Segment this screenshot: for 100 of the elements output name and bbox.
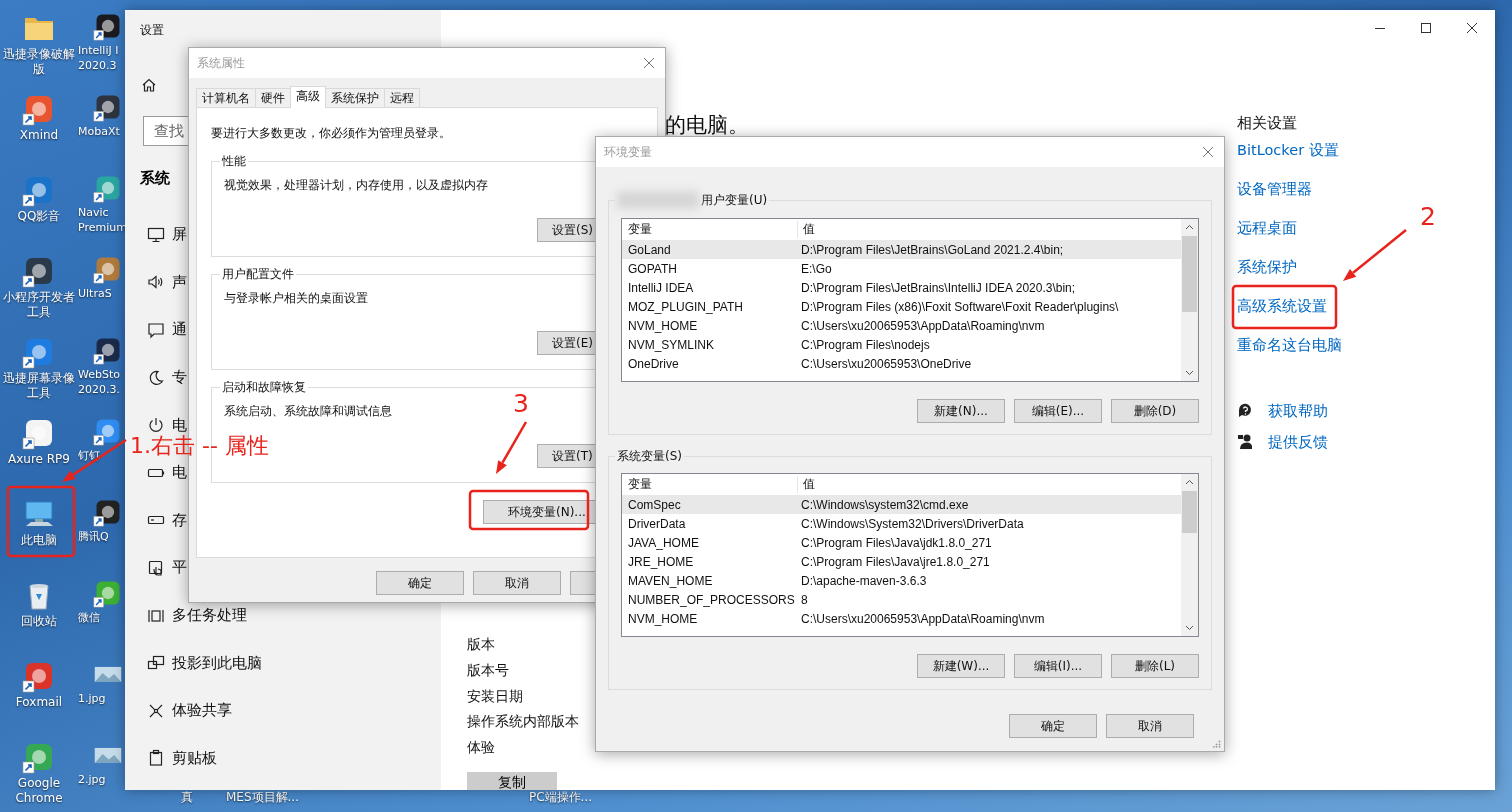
nav-item-label[interactable]: 声 [172, 272, 187, 292]
close-icon[interactable] [641, 55, 657, 71]
tab[interactable]: 高级 [290, 86, 326, 108]
desktop-icon-label[interactable]: Navic Premium [78, 205, 127, 235]
desktop-icon-label[interactable]: Google Chrome [1, 776, 77, 806]
desktop-icon-label[interactable]: UltraS [78, 286, 112, 301]
variable-name[interactable]: MOZ_PLUGIN_PATH [622, 299, 797, 314]
settings-link[interactable]: 高级系统设置 [1237, 296, 1327, 316]
list-button[interactable]: 新建(N)... [917, 399, 1005, 423]
person-icon[interactable] [1237, 433, 1255, 451]
variable-name[interactable]: MAVEN_HOME [622, 573, 797, 588]
variable-name[interactable]: JAVA_HOME [622, 535, 797, 550]
nav-item-label[interactable]: 平 [172, 558, 187, 578]
variable-name[interactable]: NVM_HOME [622, 318, 797, 333]
variable-value[interactable]: D:\Program Files\JetBrains\GoLand 2021.2.4\bin; [797, 242, 1064, 257]
dialog-button[interactable]: 确定 [376, 571, 464, 595]
settings-link[interactable]: 远程桌面 [1237, 218, 1297, 238]
speaker-icon[interactable] [147, 273, 165, 292]
monitor-icon[interactable] [147, 225, 165, 244]
scrollbar-thumb[interactable] [1182, 491, 1197, 533]
column-header[interactable]: 变量 [622, 476, 798, 493]
variable-value[interactable]: C:\Program Files\Java\jdk1.8.0_271 [797, 535, 992, 550]
nav-item-label[interactable]: 电 [172, 463, 187, 483]
variable-name[interactable]: GoLand [622, 242, 797, 257]
desktop-icon-label[interactable]: MES项目解... [226, 789, 299, 805]
nav-item-label[interactable]: 存 [172, 510, 187, 530]
desktop-icon-label[interactable]: 小程序开发者工具 [1, 290, 77, 320]
variable-name[interactable]: OneDrive [622, 356, 797, 371]
desktop-icon-label[interactable]: 腾讯Q [78, 529, 109, 544]
settings-link[interactable]: 重命名这台电脑 [1237, 335, 1342, 355]
variable-value[interactable]: C:\Program Files\Java\jre1.8.0_271 [797, 554, 990, 569]
variable-name[interactable]: NUMBER_OF_PROCESSORS [622, 592, 797, 607]
resize-grip-icon[interactable] [1213, 740, 1221, 748]
scrollbar[interactable] [1181, 219, 1198, 381]
desktop-icon-label[interactable]: 此电脑 [1, 533, 77, 548]
variable-name[interactable]: NVM_HOME [622, 611, 797, 626]
desktop-icon-label[interactable]: 迅捷录像破解版 [1, 47, 77, 77]
nav-item-label[interactable]: 专 [172, 368, 187, 388]
list-button[interactable]: 新建(W)... [917, 654, 1005, 678]
scrollbar-thumb[interactable] [1182, 236, 1197, 312]
variable-value[interactable]: C:\Users\xu20065953\AppData\Roaming\nvm [797, 318, 1045, 333]
variable-value[interactable]: D:\Program Files (x86)\Foxit Software\Foxit Reader\plugins\ [797, 299, 1119, 314]
nav-item-label[interactable]: 屏 [172, 225, 187, 245]
column-header[interactable]: 值 [798, 221, 815, 238]
list-button[interactable]: 编辑(E)... [1014, 399, 1102, 423]
desktop-icon-label[interactable]: 2.jpg [78, 772, 106, 787]
desktop-icon-label[interactable]: WebSto 2020.3. [78, 367, 120, 397]
column-header[interactable]: 变量 [622, 221, 798, 238]
variable-name[interactable]: IntelliJ IDEA [622, 280, 797, 295]
desktop-icon-label[interactable]: 微信 [78, 610, 100, 625]
tab[interactable]: 系统保护 [325, 88, 385, 107]
tablet-icon[interactable] [147, 558, 165, 577]
scrollbar[interactable] [1181, 474, 1198, 636]
moon-icon[interactable] [147, 368, 165, 387]
desktop-icon-label[interactable]: IntelliJ I 2020.3 [78, 43, 119, 73]
nav-item-label[interactable]: 剪贴板 [172, 748, 217, 768]
close-icon[interactable] [1200, 144, 1216, 160]
tab[interactable]: 硬件 [255, 88, 291, 107]
desktop-icon-label[interactable]: 回收站 [1, 614, 77, 629]
desktop-icon-label[interactable]: Axure RP9 [1, 452, 77, 467]
variable-value[interactable]: E:\Go [797, 261, 832, 276]
variable-value[interactable]: D:\apache-maven-3.6.3 [797, 573, 927, 588]
list-button[interactable]: 删除(D) [1111, 399, 1199, 423]
desktop-icon-label[interactable]: QQ影音 [1, 209, 77, 224]
settings-link[interactable]: 系统保护 [1237, 257, 1297, 277]
nav-item-label[interactable]: 投影到此电脑 [172, 653, 262, 673]
message-icon[interactable] [147, 321, 165, 339]
variable-value[interactable]: C:\Program Files\nodejs [797, 337, 930, 352]
variable-value[interactable]: D:\Program Files\JetBrains\IntelliJ IDEA 2020.3\bin; [797, 280, 1076, 295]
variable-value[interactable]: C:\Windows\system32\cmd.exe [797, 497, 969, 512]
clipboard-icon[interactable] [147, 749, 165, 768]
desktop-icon-label[interactable]: Xmind [1, 128, 77, 143]
dialog-button[interactable]: 取消 [1106, 714, 1194, 738]
dialog-button[interactable]: 取消 [473, 571, 561, 595]
tab[interactable]: 远程 [384, 88, 420, 107]
variable-name[interactable]: JRE_HOME [622, 554, 797, 569]
tab[interactable]: 计算机名 [196, 88, 256, 107]
list-button[interactable]: 编辑(I)... [1014, 654, 1102, 678]
nav-item-label[interactable]: 多任务处理 [172, 606, 247, 626]
settings-link[interactable]: 设备管理器 [1237, 179, 1312, 199]
help-link[interactable]: 提供反馈 [1268, 432, 1328, 452]
desktop-icon-label[interactable]: 真 [181, 789, 193, 805]
desktop-icon-label[interactable]: 1.jpg [78, 691, 106, 706]
list-button[interactable]: 删除(L) [1111, 654, 1199, 678]
nav-item-label[interactable]: 通 [172, 320, 187, 340]
help-link[interactable]: 获取帮助 [1268, 401, 1328, 421]
power-icon[interactable] [147, 416, 165, 435]
desktop-icon-label[interactable]: MobaXt [78, 124, 120, 139]
nav-item-label[interactable]: 体验共享 [172, 701, 232, 721]
nav-item-label[interactable]: 电 [172, 415, 187, 435]
dialog-button[interactable]: 确定 [1009, 714, 1097, 738]
column-header[interactable]: 值 [798, 476, 815, 493]
variable-value[interactable]: C:\Users\xu20065953\AppData\Roaming\nvm [797, 611, 1045, 626]
desktop-icon-label[interactable]: Foxmail [1, 695, 77, 710]
home-icon[interactable] [141, 77, 157, 93]
variable-value[interactable]: C:\Users\xu20065953\OneDrive [797, 356, 972, 371]
variable-name[interactable]: GOPATH [622, 261, 797, 276]
variable-value[interactable]: 8 [797, 592, 808, 607]
copy-button[interactable]: 复制 [467, 772, 557, 790]
settings-link[interactable]: BitLocker 设置 [1237, 140, 1339, 160]
